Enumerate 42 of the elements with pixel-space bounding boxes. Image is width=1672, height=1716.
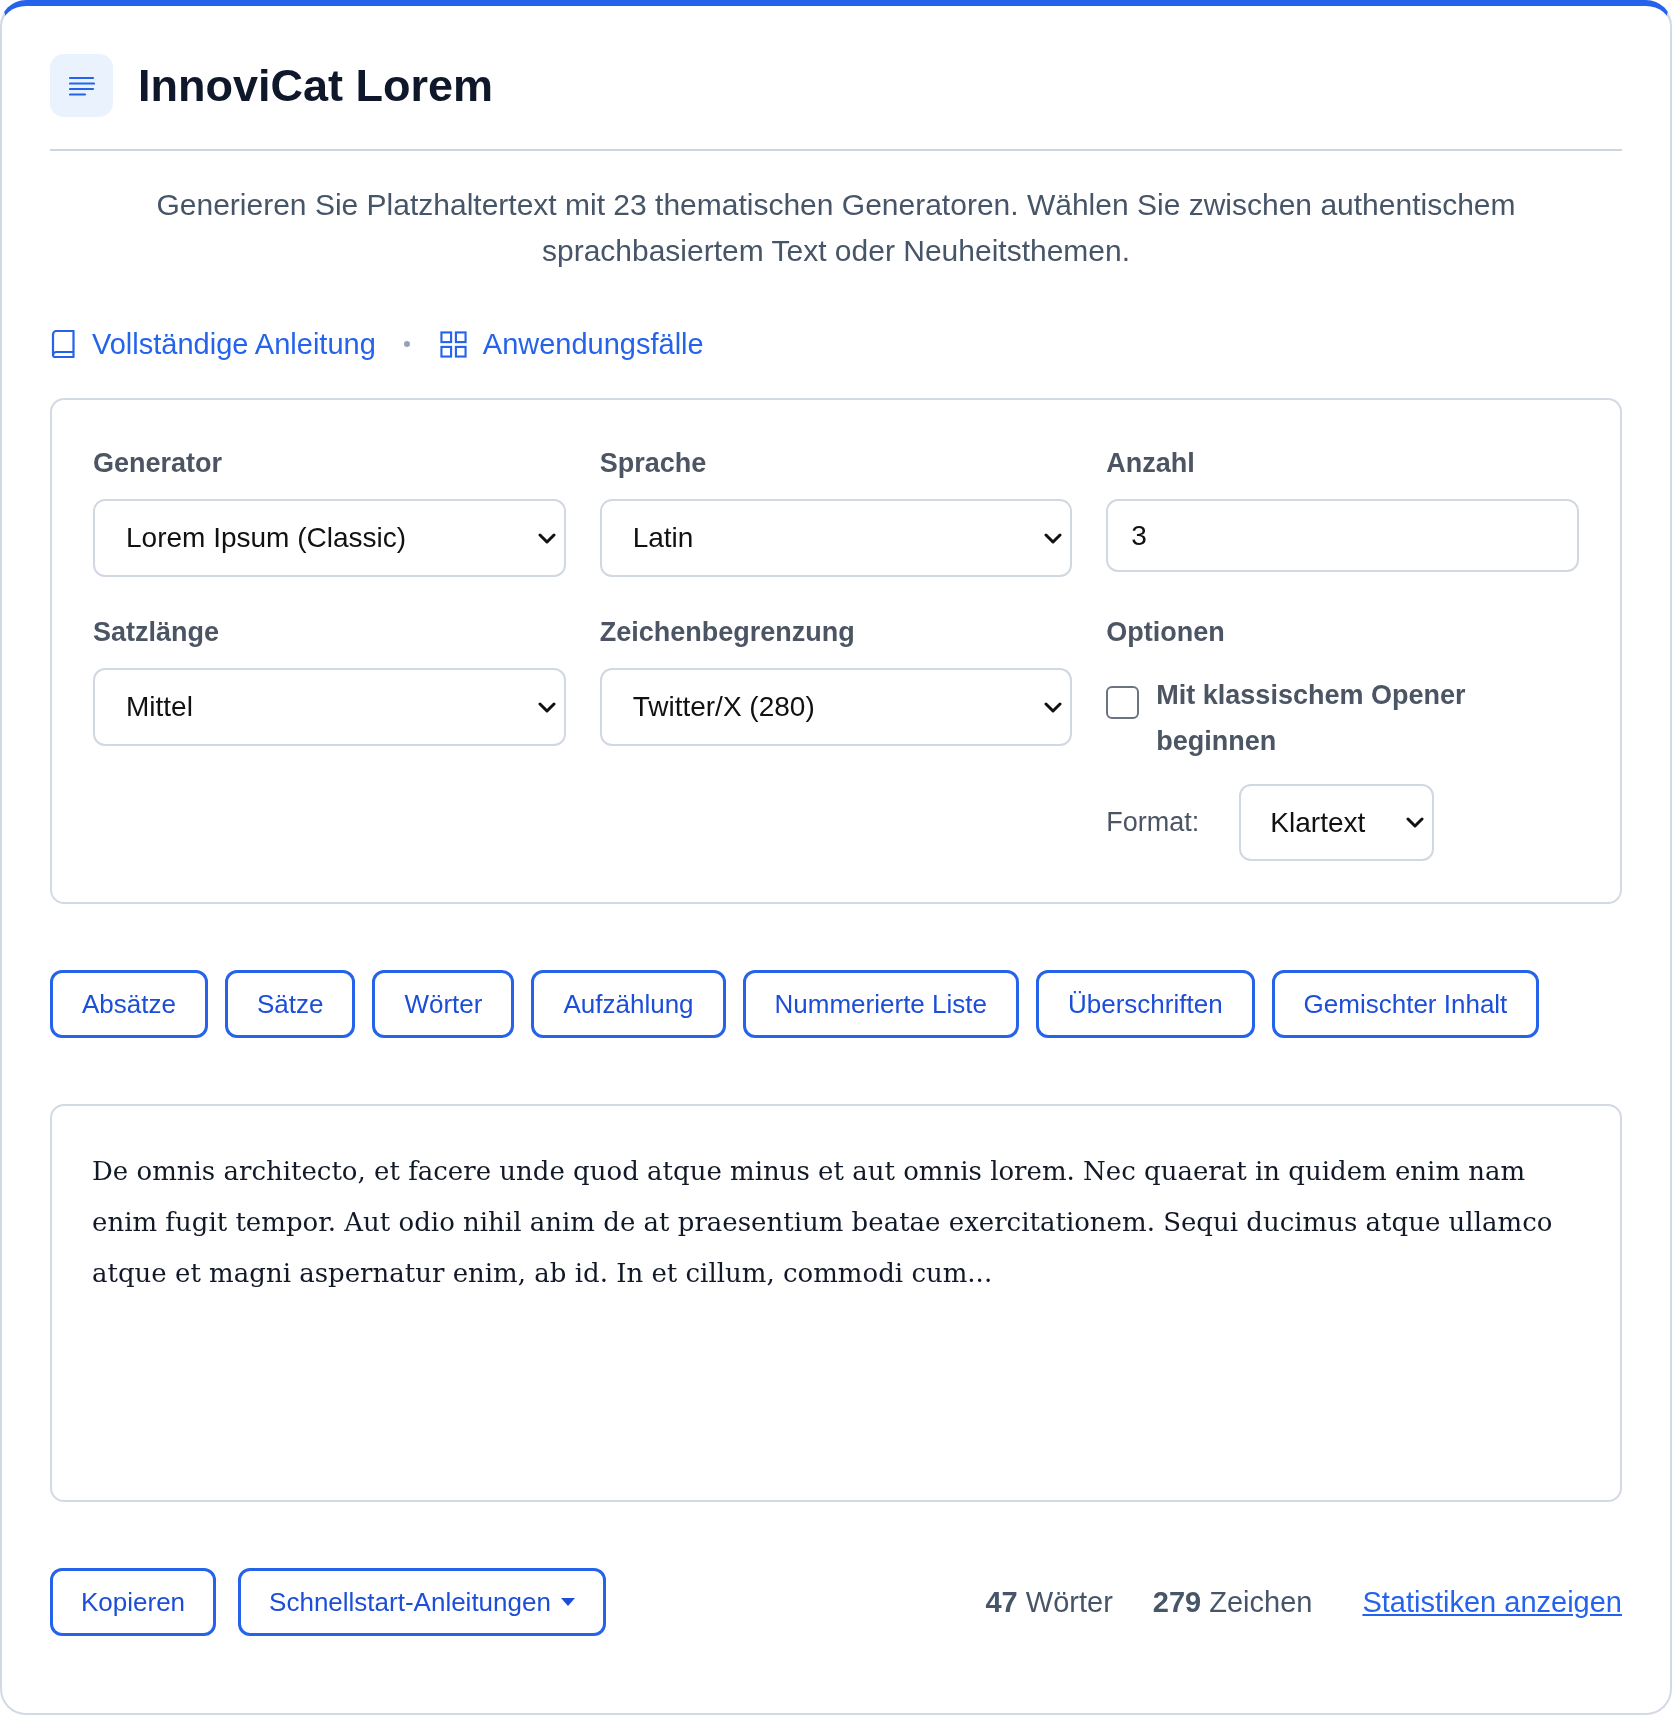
book-icon	[50, 330, 76, 358]
mode-button[interactable]: Aufzählung	[531, 970, 726, 1038]
mode-button[interactable]: Sätze	[224, 970, 356, 1038]
stat-count: 47 Wörter	[985, 1585, 1113, 1619]
grid-icon	[439, 330, 467, 358]
field-label: Sprache	[599, 447, 708, 479]
checkbox-label: Mit klassischem Opener beginnen	[1156, 679, 1467, 758]
dropdown[interactable]: Latin	[599, 499, 1073, 577]
field-label: Optionen	[1106, 616, 1226, 648]
mode-button[interactable]: Überschriften	[1035, 970, 1255, 1038]
field-label: Satzlänge	[93, 616, 221, 648]
nav-link[interactable]: Anwendungsfälle	[439, 327, 704, 361]
description: Generieren Sie Platzhaltertext mit 23 thematischen Generatoren. Wählen Sie zwischen authentischem sprachbasiertem Text oder Neuheitsthemen.	[155, 187, 1517, 269]
dropdown-button[interactable]: Schnellstart-Anleitungen	[238, 1568, 606, 1636]
mode-button[interactable]: Nummerierte Liste	[742, 970, 1019, 1038]
separator-dot-icon	[403, 341, 410, 347]
chevron-down-icon	[537, 532, 556, 544]
stat-count: 279 Zeichen	[1152, 1585, 1313, 1619]
app-title: InnoviCat Lorem	[138, 58, 494, 113]
text-lines-icon	[50, 54, 113, 117]
field-label: Generator	[93, 447, 224, 479]
generated-text: De omnis architecto, et facere unde quod atque minus et aut omnis lorem. Nec quaerat in quidem enim nam enim fugit tempor. Aut odio nihil anim de at praesentium beatae exercitationem. Sequi ducimus atque ullamco atque et magni aspernatur enim, ab id. In et cillum, commodi cum...	[92, 1155, 1554, 1290]
chevron-down-icon	[1044, 701, 1063, 713]
dropdown[interactable]: Twitter/X (280)	[599, 668, 1073, 746]
field-label: Anzahl	[1106, 447, 1196, 479]
caret-down-icon	[560, 1598, 575, 1606]
mode-button[interactable]: Wörter	[372, 970, 515, 1038]
chevron-down-icon	[1406, 817, 1425, 828]
format-label: Format:	[1106, 807, 1200, 838]
mode-button[interactable]: Gemischter Inhalt	[1271, 970, 1540, 1038]
nav-link[interactable]: Vollständige Anleitung	[50, 327, 376, 361]
dropdown[interactable]: Mittel	[93, 668, 566, 746]
chevron-down-icon	[537, 701, 556, 713]
checkbox[interactable]	[1106, 686, 1140, 719]
stats-link[interactable]: Statistiken anzeigen	[1362, 1585, 1622, 1619]
mode-button[interactable]: Absätze	[50, 970, 208, 1038]
number-input[interactable]: 3	[1106, 499, 1579, 572]
dropdown[interactable]: Klartext	[1239, 784, 1435, 861]
chevron-down-icon	[1044, 532, 1063, 544]
dropdown[interactable]: Lorem Ipsum (Classic)	[93, 499, 566, 577]
action-button[interactable]: Kopieren	[50, 1568, 217, 1636]
field-label: Zeichenbegrenzung	[599, 616, 856, 648]
